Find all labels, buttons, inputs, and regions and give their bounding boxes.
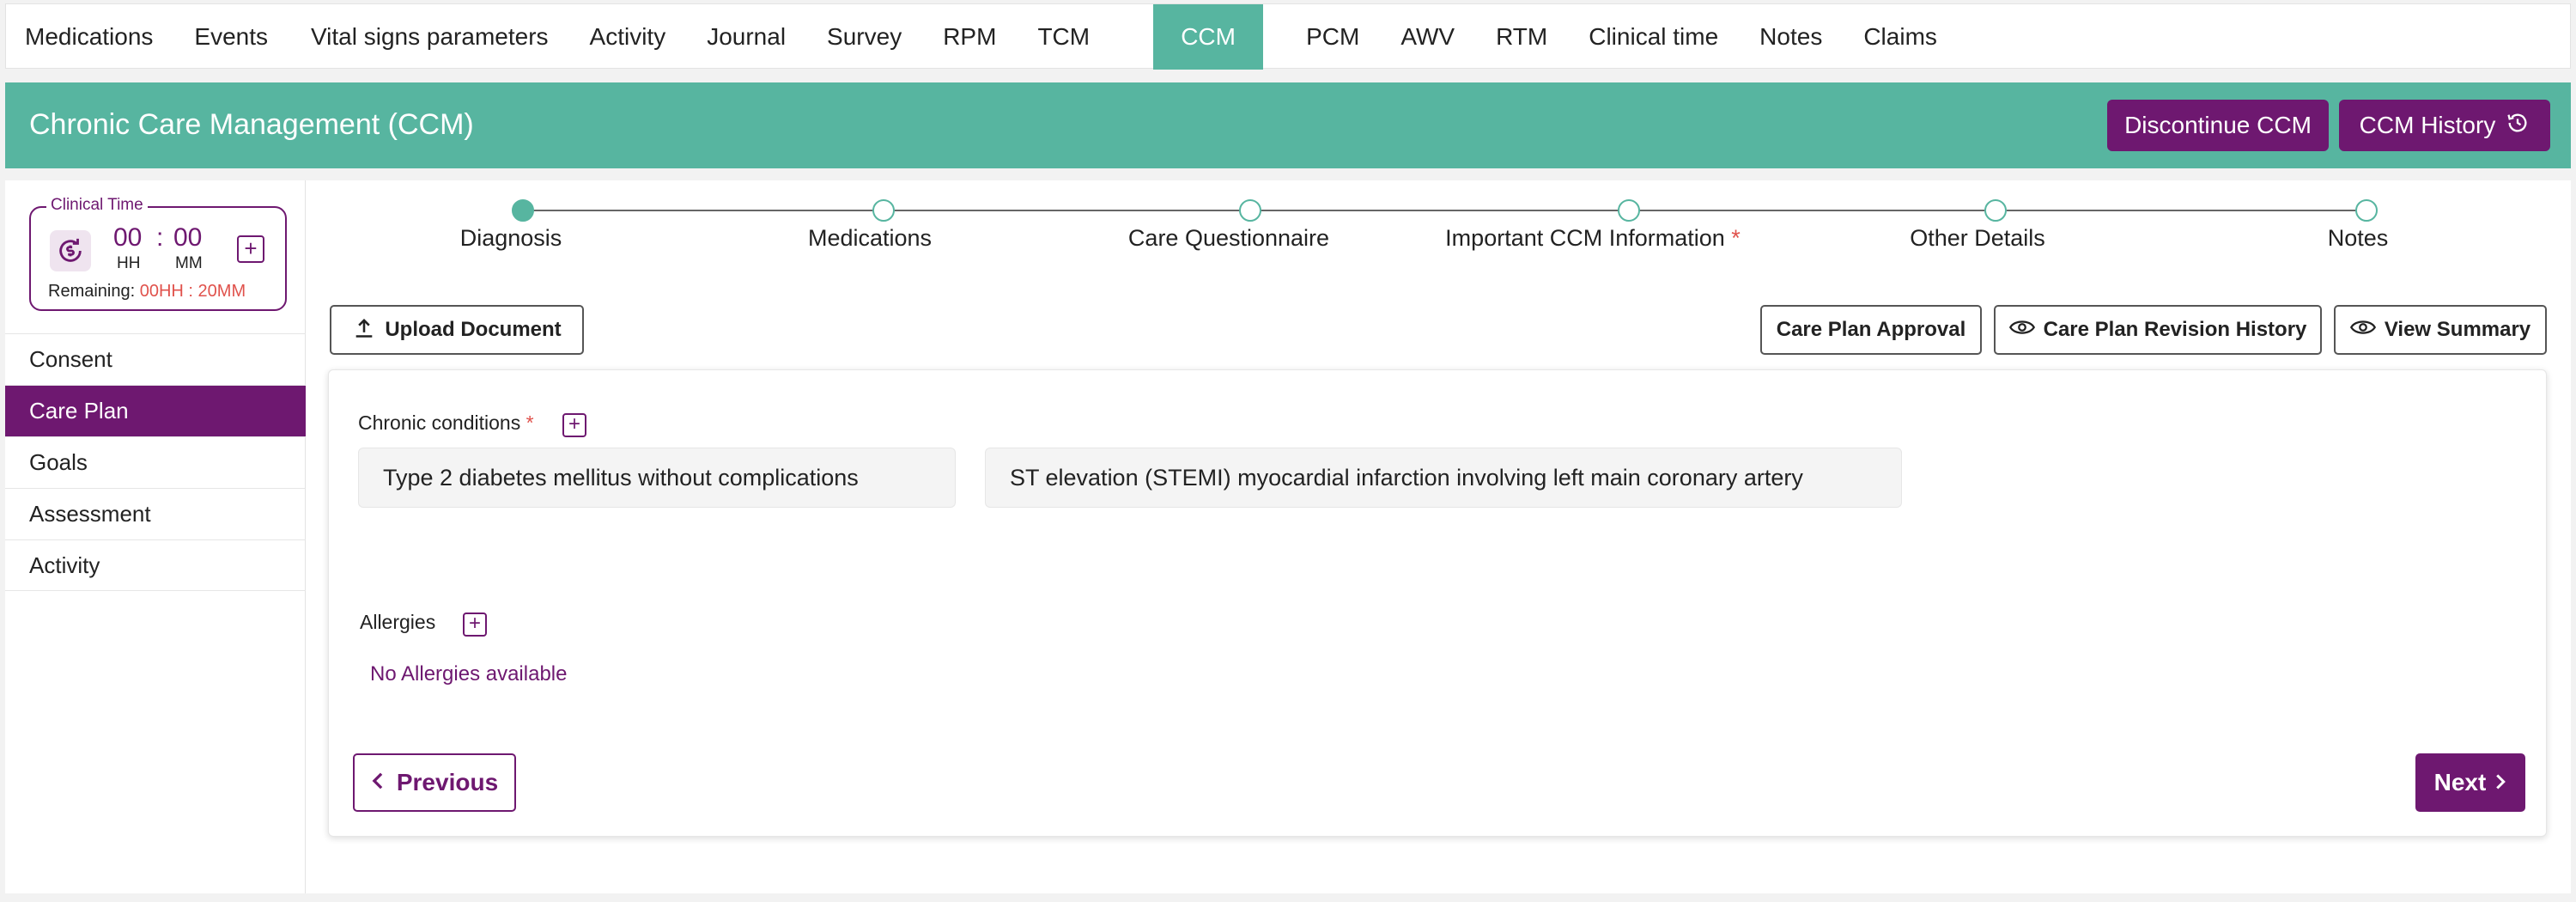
sidebar-item-activity[interactable]: Activity (5, 539, 306, 591)
required-marker: * (1731, 225, 1741, 251)
view-summary-button[interactable]: View Summary (2334, 305, 2547, 355)
history-icon (2506, 111, 2530, 141)
step-important-ccm-info-dot[interactable] (1618, 199, 1640, 222)
tab-medications[interactable]: Medications (25, 4, 153, 70)
step-important-ccm-info-label: Important CCM Information (1445, 225, 1725, 251)
step-medications-label[interactable]: Medications (808, 225, 932, 252)
chronic-conditions-label: Chronic conditions (358, 411, 521, 434)
sidebar-item-consent[interactable]: Consent (5, 333, 306, 385)
care-plan-approval-button[interactable]: Care Plan Approval (1760, 305, 1982, 355)
ccm-history-label: CCM History (2359, 112, 2496, 138)
sidebar-item-care-plan[interactable]: Care Plan (5, 385, 306, 436)
tab-awv[interactable]: AWV (1400, 4, 1455, 70)
discontinue-ccm-label: Discontinue CCM (2124, 112, 2312, 138)
remaining-time: Remaining: 00HH : 20MM (48, 282, 246, 302)
upload-icon (352, 315, 376, 345)
required-marker: * (526, 411, 534, 434)
step-care-questionnaire-dot[interactable] (1239, 199, 1261, 222)
tab-rtm[interactable]: RTM (1496, 4, 1547, 70)
page-header: Chronic Care Management (CCM) Discontinu… (5, 82, 2571, 168)
no-allergies-text: No Allergies available (370, 662, 568, 686)
tab-vital-signs-parameters[interactable]: Vital signs parameters (311, 4, 549, 70)
step-notes-dot[interactable] (2355, 199, 2378, 222)
step-diagnosis-label[interactable]: Diagnosis (460, 225, 562, 252)
tab-activity[interactable]: Activity (590, 4, 666, 70)
step-care-questionnaire-label[interactable]: Care Questionnaire (1128, 225, 1329, 252)
step-other-details-label[interactable]: Other Details (1910, 225, 2045, 252)
tab-claims[interactable]: Claims (1863, 4, 1937, 70)
chronic-conditions-heading: Chronic conditions * (358, 411, 534, 435)
upload-document-button[interactable]: Upload Document (330, 305, 584, 355)
tab-rpm[interactable]: RPM (943, 4, 996, 70)
add-clinical-time-button[interactable]: + (237, 235, 264, 263)
hours-label: HH (117, 254, 141, 272)
clinical-time-separator: : (156, 223, 164, 252)
next-button[interactable]: Next (2415, 753, 2525, 812)
remaining-label: Remaining: (48, 282, 136, 301)
allergies-label: Allergies (360, 611, 436, 633)
clinical-time-widget: Clinical Time 00 : 00 HH MM + Remaining:… (29, 196, 287, 311)
chevron-left-icon (371, 769, 385, 796)
page-title: Chronic Care Management (CCM) (29, 108, 474, 141)
remaining-value: 00HH : 20MM (139, 282, 246, 301)
eye-icon (2349, 318, 2376, 343)
discontinue-ccm-button[interactable]: Discontinue CCM (2107, 100, 2329, 151)
step-diagnosis-dot[interactable] (512, 199, 534, 222)
sidebar-item-assessment[interactable]: Assessment (5, 488, 306, 539)
ccm-history-button[interactable]: CCM History (2339, 100, 2550, 151)
chronic-condition-chip: Type 2 diabetes mellitus without complic… (358, 448, 956, 508)
tab-survey[interactable]: Survey (827, 4, 902, 70)
chevron-right-icon (2494, 769, 2506, 796)
tab-tcm[interactable]: TCM (1037, 4, 1090, 70)
clinical-time-minutes: 00 (173, 223, 203, 252)
tab-journal[interactable]: Journal (707, 4, 786, 70)
chronic-condition-chip: ST elevation (STEMI) myocardial infarcti… (985, 448, 1902, 508)
step-notes-label[interactable]: Notes (2328, 225, 2389, 252)
top-tab-bar: Medications Events Vital signs parameter… (5, 3, 2571, 70)
clinical-time-hours: 00 (113, 223, 143, 252)
upload-document-label: Upload Document (385, 318, 562, 341)
tab-clinical-time[interactable]: Clinical time (1589, 4, 1718, 70)
tab-notes[interactable]: Notes (1759, 4, 1822, 70)
clinical-time-legend: Clinical Time (46, 196, 148, 215)
previous-button[interactable]: Previous (353, 753, 516, 812)
care-plan-approval-label: Care Plan Approval (1776, 318, 1966, 341)
add-allergy-button[interactable]: + (463, 613, 487, 637)
care-plan-card: Chronic conditions * + Type 2 diabetes m… (328, 369, 2547, 837)
step-medications-dot[interactable] (872, 199, 895, 222)
next-label: Next (2433, 769, 2487, 795)
minutes-label: MM (175, 254, 203, 272)
step-other-details-dot[interactable] (1984, 199, 2007, 222)
eye-icon (2008, 318, 2035, 343)
timer-icon (50, 230, 91, 271)
care-plan-revision-history-label: Care Plan Revision History (2043, 318, 2307, 341)
tab-events[interactable]: Events (194, 4, 268, 70)
left-panel: Clinical Time 00 : 00 HH MM + Remaining:… (5, 180, 306, 893)
sidebar-item-goals[interactable]: Goals (5, 436, 306, 488)
tab-ccm[interactable]: CCM (1153, 4, 1264, 70)
previous-label: Previous (396, 769, 499, 795)
care-plan-revision-history-button[interactable]: Care Plan Revision History (1994, 305, 2322, 355)
tab-pcm[interactable]: PCM (1306, 4, 1359, 70)
stepper-line (520, 210, 2365, 211)
add-chronic-condition-button[interactable]: + (562, 413, 586, 437)
view-summary-label: View Summary (2384, 318, 2531, 341)
step-important-ccm-info[interactable]: Important CCM Information * (1445, 225, 1741, 252)
